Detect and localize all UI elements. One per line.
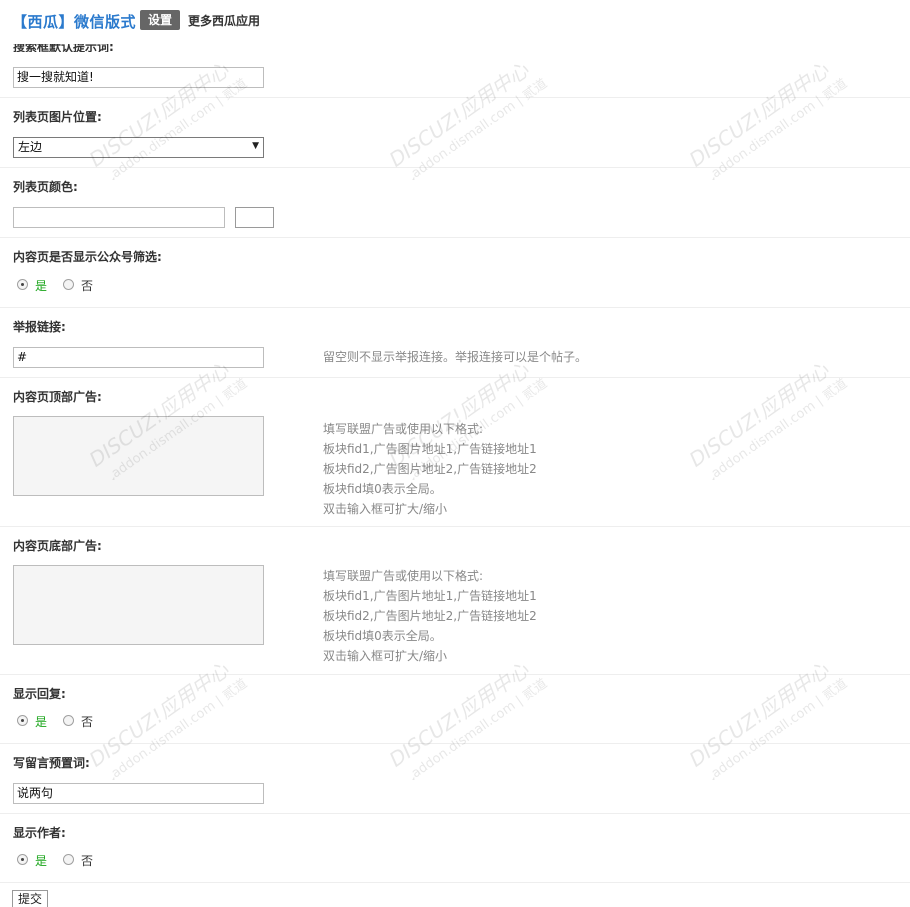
svg-text:addon.dismall.com | 贰道: addon.dismall.com | 贰道 [708,76,850,180]
list-color-input[interactable] [13,207,225,228]
comment-default-label: 写留言预置词: [13,756,90,770]
tip-line: 双击输入框可扩大/缩小 [323,502,448,516]
tip-line: 板块fid2,广告图片地址2,广告链接地址2 [323,462,537,476]
radio-no[interactable] [63,715,74,726]
radio-yes[interactable] [17,279,28,290]
svg-text:addon.dismall.com | 贰道: addon.dismall.com | 贰道 [708,376,850,480]
watermark-logo: DISCUZ!应用中心addon.dismall.com | 贰道 [385,60,550,180]
show-author-label: 显示作者: [13,826,66,840]
list-color-label: 列表页颜色: [13,180,78,194]
show-reply-label: 显示回复: [13,687,66,701]
svg-text:DISCUZ!应用中心: DISCUZ!应用中心 [385,660,534,772]
content-top-ad-label: 内容页顶部广告: [13,390,102,404]
report-link-input[interactable]: # [13,347,264,368]
radio-yes[interactable] [17,854,28,865]
content-top-ad-tip: 填写联盟广告或使用以下格式: 板块fid1,广告图片地址1,广告链接地址1 板块… [323,419,537,519]
divider [0,813,910,814]
tab-more-apps[interactable]: 更多西瓜应用 [188,12,260,29]
app-title: 【西瓜】微信版式 [12,13,137,31]
watermark-logo: DISCUZ!应用中心addon.dismall.com | 贰道 [385,660,550,780]
watermark-logo: DISCUZ!应用中心addon.dismall.com | 贰道 [685,660,850,780]
radio-yes-label[interactable]: 是 [35,852,47,869]
tab-settings[interactable]: 设置 [140,10,181,30]
radio-yes-label[interactable]: 是 [35,277,47,294]
top-bar: 【西瓜】微信版式 设置 更多西瓜应用 [0,0,910,40]
svg-text:DISCUZ!应用中心: DISCUZ!应用中心 [385,60,534,172]
color-picker-swatch[interactable] [235,207,274,228]
dropdown-arrow-icon: ▼ [252,141,259,151]
divider [0,377,910,378]
list-image-position-label: 列表页图片位置: [13,110,102,124]
radio-no-label[interactable]: 否 [81,852,93,869]
divider [0,237,910,238]
submit-button[interactable]: 提交 [12,890,48,907]
svg-text:DISCUZ!应用中心: DISCUZ!应用中心 [85,660,234,772]
content-bottom-ad-tip: 填写联盟广告或使用以下格式: 板块fid1,广告图片地址1,广告链接地址1 板块… [323,566,537,666]
divider [0,167,910,168]
svg-text:DISCUZ!应用中心: DISCUZ!应用中心 [685,660,834,772]
content-bottom-ad-textarea[interactable] [13,565,264,645]
tip-line: 双击输入框可扩大/缩小 [323,649,448,663]
tip-line: 板块fid填0表示全局。 [323,629,442,643]
svg-text:addon.dismall.com | 贰道: addon.dismall.com | 贰道 [408,676,550,780]
divider [0,307,910,308]
tip-line: 板块fid1,广告图片地址1,广告链接地址1 [323,442,537,456]
radio-yes[interactable] [17,715,28,726]
content-top-ad-textarea[interactable] [13,416,264,496]
svg-text:addon.dismall.com | 贰道: addon.dismall.com | 贰道 [108,676,250,780]
divider [0,674,910,675]
divider [0,743,910,744]
report-link-tip: 留空则不显示举报连接。举报连接可以是个帖子。 [323,350,588,364]
tip-line: 填写联盟广告或使用以下格式: [323,569,484,583]
search-default-label: 搜索框默认提示词: [13,44,114,52]
radio-no[interactable] [63,854,74,865]
svg-text:addon.dismall.com | 贰道: addon.dismall.com | 贰道 [108,76,250,180]
report-link-label: 举报链接: [13,320,66,334]
search-default-input[interactable]: 搜一搜就知道! [13,67,264,88]
list-image-position-value: 左边 [18,140,43,154]
radio-yes-label[interactable]: 是 [35,713,47,730]
svg-text:addon.dismall.com | 贰道: addon.dismall.com | 贰道 [408,76,550,180]
divider [0,97,910,98]
list-image-position-select[interactable]: 左边 ▼ [13,137,264,158]
divider [0,882,910,883]
svg-text:addon.dismall.com | 贰道: addon.dismall.com | 贰道 [708,676,850,780]
watermark-logo: DISCUZ!应用中心addon.dismall.com | 贰道 [685,60,850,180]
comment-default-input[interactable]: 说两句 [13,783,264,804]
show-account-filter-label: 内容页是否显示公众号筛选: [13,250,162,264]
tip-line: 板块fid填0表示全局。 [323,482,442,496]
watermark-logo: DISCUZ!应用中心addon.dismall.com | 贰道 [685,360,850,480]
radio-no-label[interactable]: 否 [81,277,93,294]
tip-line: 板块fid1,广告图片地址1,广告链接地址1 [323,589,537,603]
svg-text:DISCUZ!应用中心: DISCUZ!应用中心 [685,60,834,172]
content-bottom-ad-label: 内容页底部广告: [13,539,102,553]
tip-line: 板块fid2,广告图片地址2,广告链接地址2 [323,609,537,623]
divider [0,526,910,527]
radio-no[interactable] [63,279,74,290]
tip-line: 填写联盟广告或使用以下格式: [323,422,484,436]
radio-no-label[interactable]: 否 [81,713,93,730]
